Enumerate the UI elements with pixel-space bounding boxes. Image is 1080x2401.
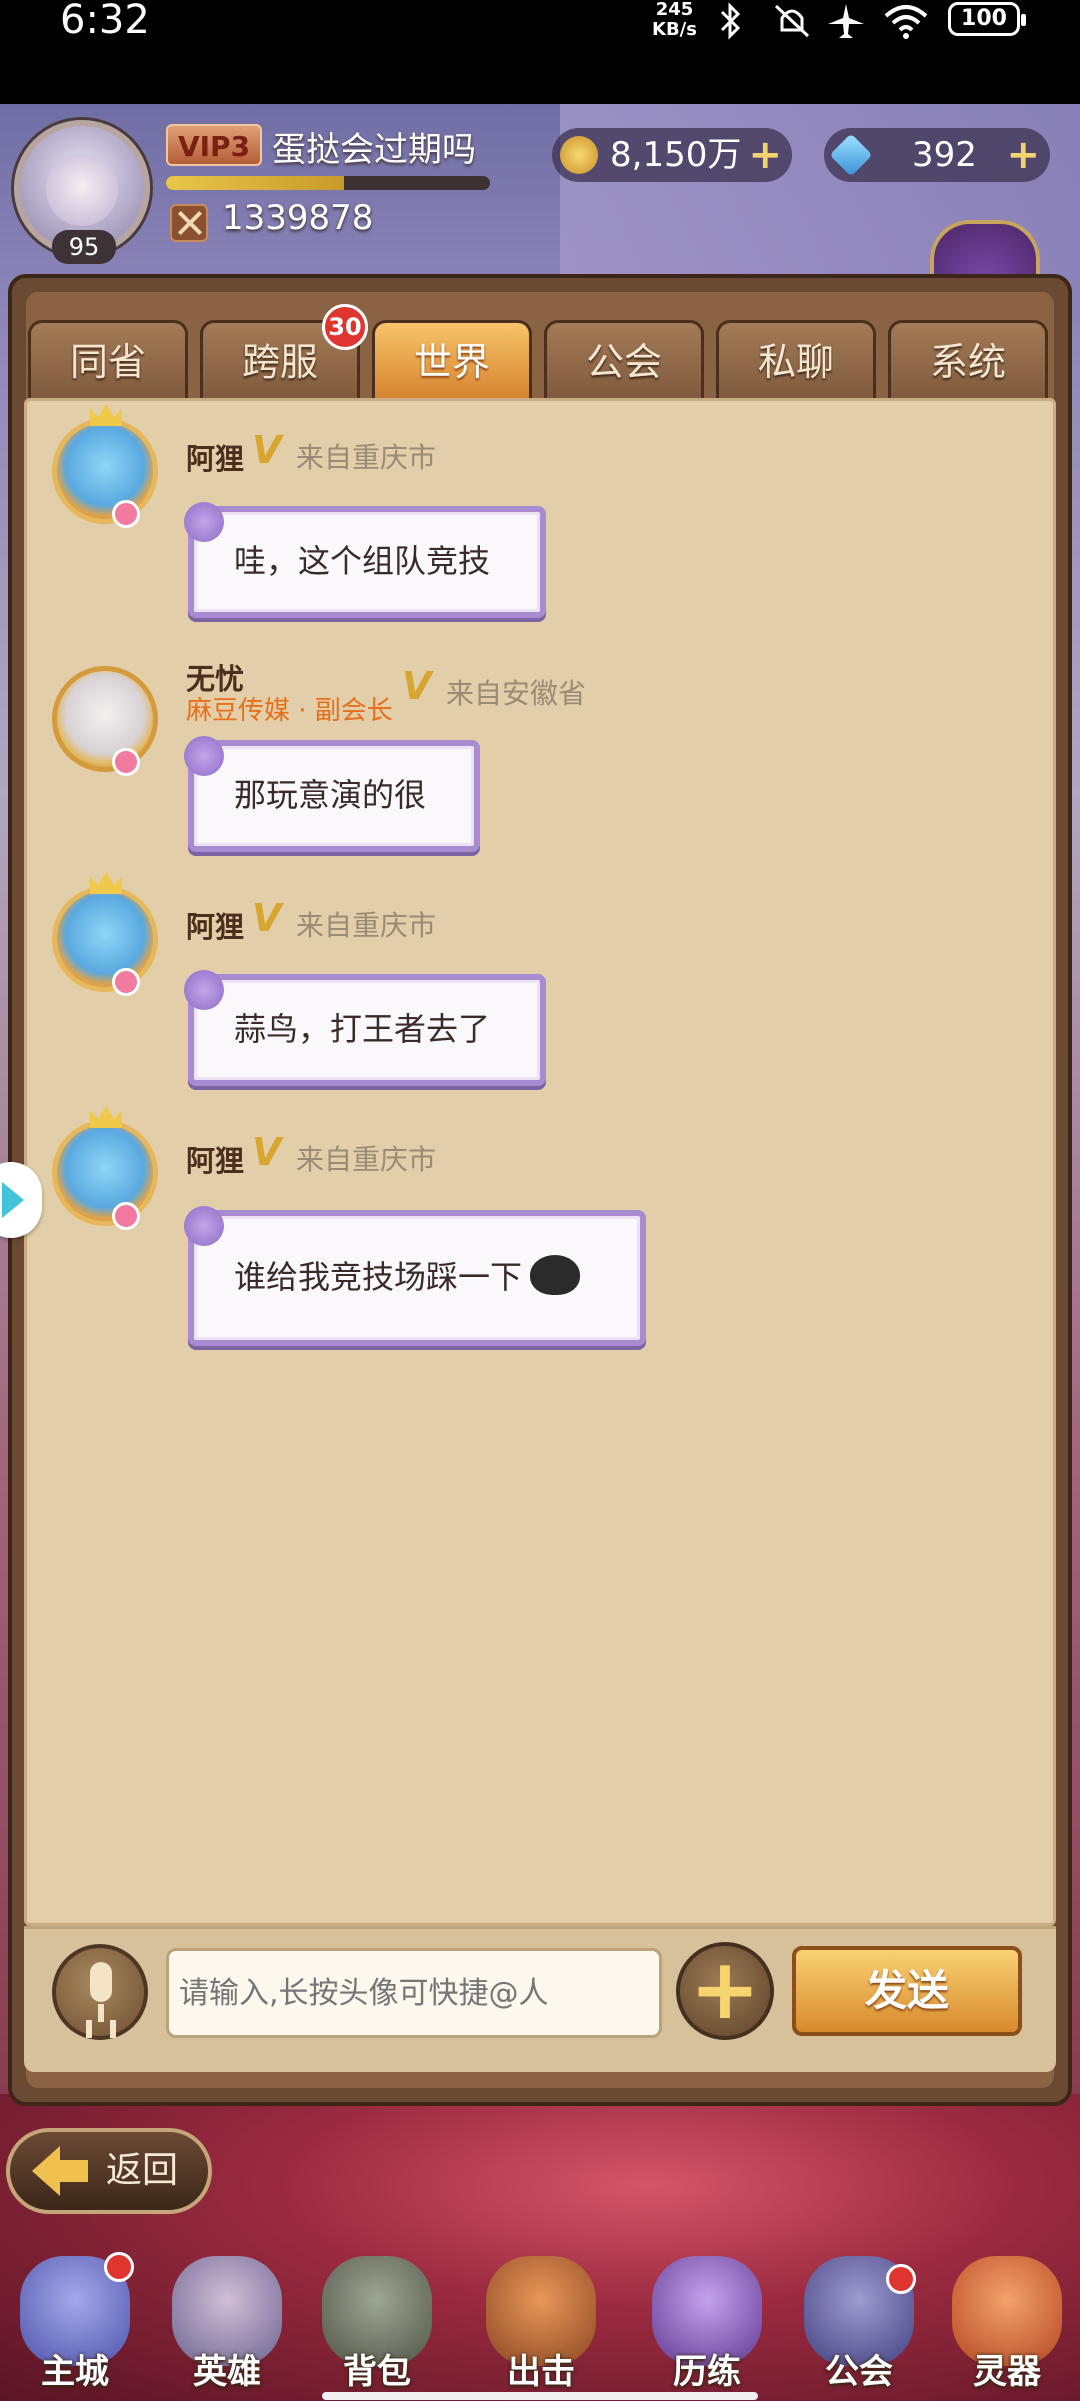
sender-location: 来自重庆市 [296, 441, 437, 474]
gender-female-icon [112, 748, 140, 776]
xp-bar [166, 176, 490, 190]
nav-battle[interactable]: 出击 [466, 2236, 616, 2396]
verified-v-icon: V [252, 428, 282, 472]
message-bubble[interactable]: 哇，这个组队竞技 [184, 502, 546, 618]
message-text: 哇，这个组队竞技 [234, 542, 491, 580]
sender-location: 来自安徽省 [446, 677, 587, 710]
send-button[interactable]: 发送 [792, 1946, 1022, 2036]
nav-backpack[interactable]: 背包 [302, 2236, 452, 2396]
cross-server-badge: 30 [322, 304, 368, 350]
power-value: 1339878 [222, 198, 374, 238]
crown-icon [90, 404, 122, 426]
power-icon [170, 204, 208, 242]
mute-icon [774, 4, 810, 38]
diamond-icon [829, 133, 873, 177]
chat-tabs: 同省 跨服 世界 公会 私聊 系统 [22, 320, 1058, 400]
message-bubble[interactable]: 那玩意演的很 [184, 736, 480, 852]
sender-avatar[interactable] [44, 872, 168, 996]
nav-label: 出击 [507, 2352, 575, 2392]
nav-artifact[interactable]: 灵器 [932, 2236, 1080, 2396]
back-arrow-icon [32, 2146, 88, 2196]
xp-bar-fill [166, 176, 345, 190]
verified-v-icon: V [252, 896, 282, 940]
add-attachment-button[interactable]: + [676, 1942, 774, 2040]
nav-label: 公会 [825, 2352, 893, 2392]
message-text: 蒜鸟，打王者去了 [234, 1010, 491, 1048]
nav-label: 背包 [343, 2352, 411, 2392]
bubble-ornament-icon [184, 736, 224, 776]
microphone-icon[interactable] [52, 1944, 148, 2040]
verified-v-icon: V [402, 664, 432, 708]
avatar-frame [52, 886, 158, 992]
battery-indicator: 100 [948, 2, 1026, 36]
verified-v-icon: V [252, 1130, 282, 1174]
nav-label: 英雄 [193, 2352, 261, 2392]
status-time: 6:32 [60, 0, 150, 43]
vip-badge[interactable]: VIP3 [166, 124, 262, 166]
avatar-frame [52, 666, 158, 772]
diamond-display: 392 + [824, 128, 1050, 182]
airplane-icon [828, 4, 864, 38]
diamond-value: 392 [912, 135, 977, 175]
nav-label: 灵器 [973, 2352, 1041, 2392]
nav-heroes[interactable]: 英雄 [152, 2236, 302, 2396]
status-bar: 6:32 245 KB/s 100 [0, 0, 1080, 104]
add-diamond-button[interactable]: + [1006, 134, 1040, 176]
tab-system[interactable]: 系统 [888, 320, 1048, 398]
sender-avatar[interactable] [44, 1106, 168, 1230]
nav-guild[interactable]: 公会 [784, 2236, 934, 2396]
message-text: 谁给我竞技场踩一下 [234, 1258, 523, 1296]
avatar-frame [52, 1120, 158, 1226]
avatar-face [46, 154, 118, 226]
sender-name: 阿狸 [186, 442, 245, 476]
sender-guild: 麻豆传媒 · 副会长 [186, 696, 393, 726]
tab-guild[interactable]: 公会 [544, 320, 704, 398]
nav-label: 历练 [673, 2352, 741, 2392]
player-name: 蛋挞会过期吗 [272, 130, 476, 170]
bubble-ornament-icon [184, 1206, 224, 1246]
add-gold-button[interactable]: + [748, 134, 782, 176]
sender-location: 来自重庆市 [296, 1143, 437, 1176]
bluetooth-icon [720, 2, 741, 40]
tab-province[interactable]: 同省 [28, 320, 188, 398]
devil-emoji-icon [530, 1255, 581, 1295]
gold-value: 8,150万 [610, 135, 742, 175]
crown-icon [90, 1106, 122, 1128]
wifi-icon [884, 5, 928, 39]
gender-female-icon [112, 1202, 140, 1230]
gold-coin-icon [560, 136, 598, 174]
chat-message-list[interactable] [24, 398, 1056, 1926]
tab-world[interactable]: 世界 [372, 320, 532, 400]
crown-icon [90, 872, 122, 894]
avatar-frame [52, 418, 158, 524]
sender-name: 阿狸 [186, 1144, 245, 1178]
player-level: 95 [52, 230, 116, 264]
chat-input[interactable] [166, 1948, 662, 2038]
sender-location: 来自重庆市 [296, 909, 437, 942]
nav-training[interactable]: 历练 [632, 2236, 782, 2396]
message-text: 那玩意演的很 [234, 776, 427, 814]
notification-dot [104, 2252, 134, 2282]
message-bubble[interactable]: 蒜鸟，打王者去了 [184, 970, 546, 1086]
home-indicator[interactable] [322, 2392, 758, 2400]
back-label: 返回 [106, 2150, 179, 2191]
sender-avatar[interactable] [44, 652, 168, 776]
nav-label: 主城 [41, 2352, 109, 2392]
back-button[interactable]: 返回 [6, 2128, 212, 2214]
bubble-ornament-icon [184, 970, 224, 1010]
network-speed-value: 245 [655, 0, 694, 20]
sender-name: 阿狸 [186, 910, 245, 944]
notification-dot [886, 2264, 916, 2294]
bottom-navigation: 主城 英雄 背包 出击 历练 公会 灵器 [0, 2236, 1080, 2401]
tab-private[interactable]: 私聊 [716, 320, 876, 398]
bubble-ornament-icon [184, 502, 224, 542]
message-bubble[interactable]: 谁给我竞技场踩一下 [184, 1206, 646, 1346]
gender-female-icon [112, 968, 140, 996]
gender-female-icon [112, 500, 140, 528]
network-speed: 245 KB/s [652, 0, 697, 40]
network-speed-unit: KB/s [652, 19, 697, 40]
gold-display: 8,150万 + [552, 128, 792, 182]
sender-avatar[interactable] [44, 404, 168, 528]
